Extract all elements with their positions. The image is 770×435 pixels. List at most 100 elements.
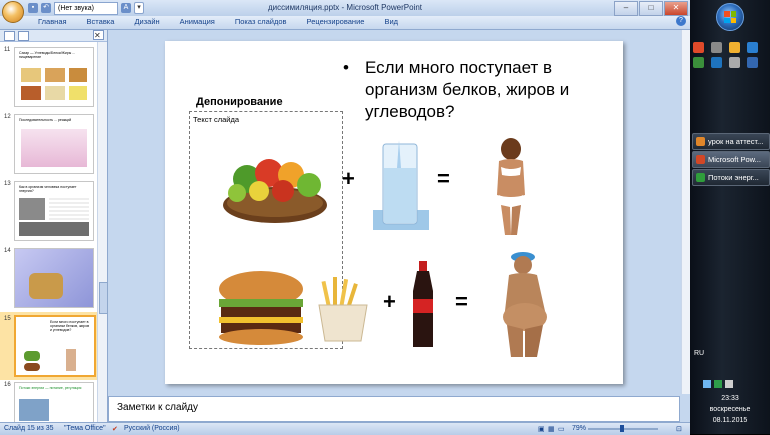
slide-thumbnail-13[interactable]: Как в организм человека поступает энерги… [14,181,94,241]
slide-thumbnail-15[interactable]: Если много поступает в организм белков, … [14,315,96,377]
system-tray [703,380,733,388]
thumb-image [29,273,63,299]
close-button[interactable]: ✕ [664,1,688,16]
slide-canvas[interactable]: • Если много поступает в организм белков… [165,41,623,384]
office-button[interactable] [2,1,24,23]
app-icon[interactable] [711,42,722,53]
slideshow-view-icon[interactable]: ▭ [558,425,565,433]
ribbon-tabs: Главная Вставка Дизайн Анимация Показ сл… [38,17,398,26]
thumb-image [19,399,49,421]
thumb-number: 13 [4,181,11,187]
overweight-woman-image [503,252,547,357]
bullet-dot: • [343,58,349,77]
thumb-image [19,198,45,220]
powerpoint-icon [696,155,705,164]
maximize-button[interactable]: □ [639,1,663,16]
thumb-image [66,349,76,371]
clock-day: воскресенье [709,406,751,413]
thumb-number: 14 [4,248,11,254]
language-bar[interactable]: RU [694,350,704,357]
plus-sign: + [342,166,355,191]
app-icon[interactable] [729,57,740,68]
water-glass-image [373,140,429,230]
slides-tab-icon[interactable] [4,31,15,41]
ie-icon[interactable] [711,57,722,68]
minimize-button[interactable]: – [614,1,638,16]
close-pane-icon[interactable]: ✕ [93,30,104,40]
thumb-number: 16 [4,382,11,388]
slide-thumbnail-14[interactable] [14,248,94,308]
equals-sign: = [455,289,468,314]
slides-pane: ✕ 11 Сахар — Углеводы/Белки/Жиры ... пищ… [0,30,108,424]
thumb-image [45,68,65,82]
tab-review[interactable]: Рецензирование [307,17,365,26]
taskbar-item-chrome[interactable]: Потоки энерг... [692,169,770,186]
thumb-image [49,198,89,220]
sorter-view-icon[interactable]: ▦ [548,425,555,433]
chrome-icon[interactable] [693,42,704,53]
placeholder-text: Текст слайда [193,115,239,124]
app-icon[interactable] [693,57,704,68]
thumb-image [69,86,87,100]
tab-animation[interactable]: Анимация [180,17,215,26]
slide-thumbnail-12[interactable]: Последовательность ... реакций [14,114,94,174]
normal-view-icon[interactable]: ▣ [538,425,545,433]
slide-heading[interactable]: Депонирование [196,96,283,108]
powerpoint-window: ▪ ↶ (Нет звука) A ▾ диссимиляция.pptx - … [0,0,691,435]
plus-sign: + [383,289,396,314]
tab-slideshow[interactable]: Показ слайдов [235,17,287,26]
language-indicator[interactable]: Русский (Россия) [124,425,180,432]
app-icon[interactable] [747,57,758,68]
slide-editor: • Если много поступает в организм белков… [108,30,691,394]
browser-icon [696,137,705,146]
slim-woman-image [497,138,525,235]
thumb-image [69,68,87,82]
tab-insert[interactable]: Вставка [87,17,115,26]
status-bar: Слайд 15 из 35 "Тема Office" ✔ Русский (… [0,422,690,435]
burger-image [219,271,303,345]
thumb-image [45,86,65,100]
vegetable-basket-image [223,159,327,223]
zoom-slider-knob[interactable] [620,425,624,432]
thumb-text: Если много поступает в организм белков, … [50,320,90,332]
spellcheck-icon[interactable]: ✔ [112,425,118,433]
scrollbar-thumb[interactable] [99,282,108,314]
volume-icon[interactable] [725,380,733,388]
fit-slide-icon[interactable]: ⊡ [676,425,682,433]
clock-time: 23:33 [721,395,739,402]
help-icon[interactable]: ? [676,16,686,26]
system-clock[interactable]: 23:33 воскресенье 08.11.2015 [690,393,770,426]
slides-pane-scrollbar[interactable] [97,42,108,422]
fries-image [318,277,368,342]
cola-bottle-image [413,261,433,347]
taskbar-item-label: Потоки энерг... [708,173,759,182]
notes-pane[interactable]: Заметки к слайду [108,396,680,422]
pinned-apps [693,42,767,68]
flag-icon[interactable] [714,380,722,388]
app-icon[interactable] [747,42,758,53]
window-controls: – □ ✕ [614,1,688,16]
slide-thumbnail-11[interactable]: Сахар — Углеводы/Белки/Жиры ... пищеваре… [14,47,94,107]
tab-design[interactable]: Дизайн [134,17,159,26]
theme-name[interactable]: "Тема Office" [64,425,106,432]
thumb-text: Потоки энергии — питание, регуляция [19,386,82,390]
tab-home[interactable]: Главная [38,17,67,26]
network-icon[interactable] [703,380,711,388]
thumb-number: 12 [4,114,11,120]
taskbar-item-browser[interactable]: урок на аттест... [692,133,770,150]
thumb-text: Последовательность ... реакций [19,118,72,122]
thumb-number: 11 [4,47,11,53]
thumb-number: 15 [4,316,11,322]
outline-tab-icon[interactable] [18,31,29,41]
tab-view[interactable]: Вид [384,17,398,26]
taskbar-item-powerpoint[interactable]: Microsoft Pow... [692,151,770,168]
thumb-image [24,363,40,371]
thumb-image [21,68,41,82]
clock-date: 08.11.2015 [712,417,748,424]
slide-thumbnail-16[interactable]: Потоки энергии — питание, регуляция [14,382,94,424]
folder-icon[interactable] [729,42,740,53]
bullet-text: Если много поступает в организм белков, … [365,58,570,121]
title-bar: ▪ ↶ (Нет звука) A ▾ диссимиляция.pptx - … [0,0,690,23]
start-button[interactable] [716,3,744,31]
zoom-level[interactable]: 79% [572,425,586,432]
